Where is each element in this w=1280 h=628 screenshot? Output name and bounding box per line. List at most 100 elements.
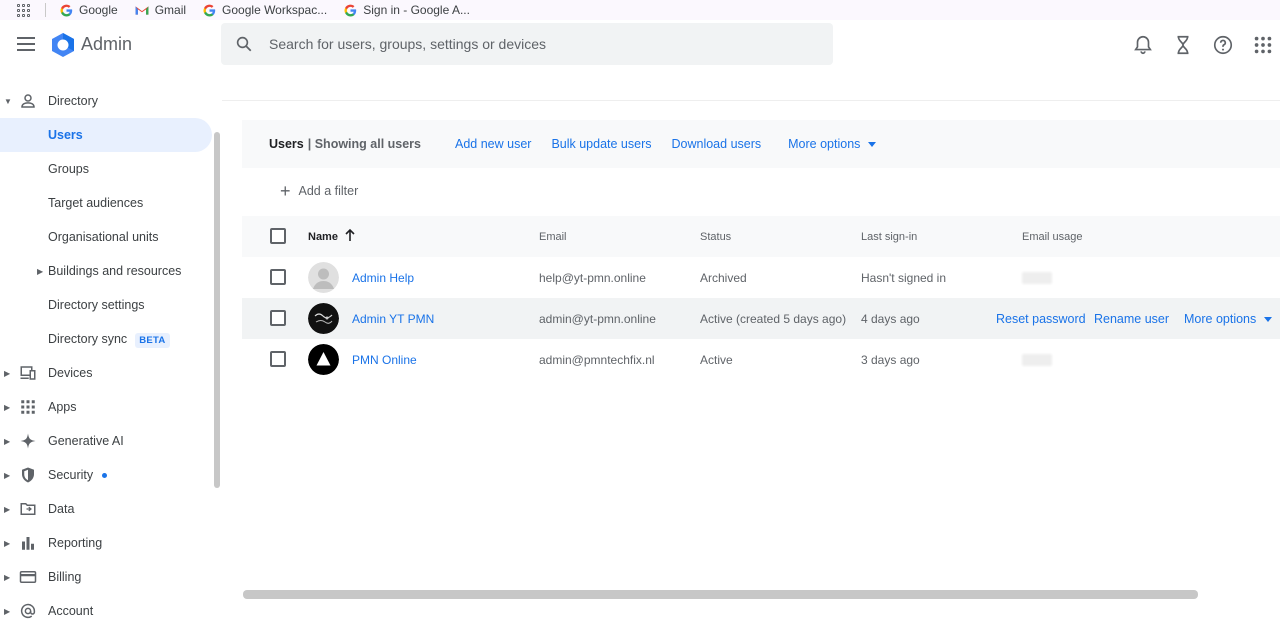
sidebar-item-label: Reporting (48, 536, 103, 550)
sidebar-item-billing[interactable]: ▶ Billing (0, 560, 212, 594)
sidebar-item-apps[interactable]: ▶ Apps (0, 390, 212, 424)
bookmark-label: Google (79, 3, 118, 17)
page-title: Users (269, 137, 304, 151)
admin-logo-icon[interactable] (50, 32, 76, 58)
caret-right-icon: ▶ (4, 368, 11, 378)
sidebar-item-directory-settings[interactable]: Directory settings (0, 288, 212, 322)
user-email: admin@yt-pmn.online (539, 312, 656, 326)
caret-right-icon: ▶ (4, 402, 11, 412)
caret-right-icon: ▶ (37, 266, 44, 276)
sidebar-item-account[interactable]: ▶ Account (0, 594, 212, 628)
apps-grid-icon (21, 400, 35, 414)
more-options-button[interactable]: More options (788, 137, 877, 151)
shield-icon (22, 467, 34, 483)
column-header-name[interactable]: Name (308, 231, 338, 243)
user-status: Active (700, 353, 733, 367)
caret-right-icon: ▶ (4, 538, 11, 548)
main-menu-icon[interactable] (17, 37, 35, 51)
top-app-bar: Admin (0, 20, 1280, 70)
google-g-icon (344, 4, 357, 16)
add-new-user-button[interactable]: Add new user (455, 137, 531, 151)
user-status: Active (created 5 days ago) (700, 312, 847, 326)
select-all-checkbox[interactable] (270, 228, 286, 244)
sidebar-item-label: Users (48, 128, 83, 142)
sidebar-item-label: Security (48, 468, 108, 482)
page-subtitle: | Showing all users (307, 137, 421, 151)
sparkle-icon (20, 433, 36, 449)
table-row[interactable]: PMN Online admin@pmntechfix.nl Active 3 … (242, 339, 1280, 380)
apps-grid-icon[interactable] (17, 4, 31, 17)
download-users-button[interactable]: Download users (672, 137, 762, 151)
sidebar-item-users[interactable]: Users (0, 118, 212, 152)
bookmark-label: Sign in - Google A... (363, 3, 470, 17)
user-status: Archived (700, 271, 747, 285)
user-name-link[interactable]: PMN Online (352, 353, 417, 367)
sidebar-item-label: Target audiences (48, 196, 144, 210)
column-header-status: Status (700, 231, 732, 243)
bar-chart-icon (22, 537, 34, 550)
row-checkbox[interactable] (270, 351, 286, 367)
bulk-update-users-button[interactable]: Bulk update users (551, 137, 651, 151)
security-label: Security (48, 468, 94, 482)
sidebar-item-label: Devices (48, 366, 93, 380)
users-toolbar: Users | Showing all users Add new user B… (242, 120, 1280, 168)
sidebar-item-label: Directory settings (48, 298, 145, 312)
help-icon[interactable] (1212, 34, 1234, 56)
bookmarks-bar: Google Gmail Google Workspac... Sign in … (0, 0, 1280, 20)
app-title[interactable]: Admin (81, 34, 132, 55)
user-name-link[interactable]: Admin Help (352, 271, 414, 285)
caret-down-icon: ▼ (4, 96, 12, 106)
sidebar-item-label: Buildings and resources (48, 264, 182, 278)
devices-icon (20, 366, 36, 380)
avatar (308, 344, 339, 375)
user-last-sign-in: Hasn't signed in (861, 271, 947, 285)
beta-badge: BETA (135, 333, 170, 348)
user-name-link[interactable]: Admin YT PMN (352, 312, 434, 326)
hourglass-tasks-icon[interactable] (1172, 34, 1194, 56)
column-header-last-sign-in: Last sign-in (861, 231, 918, 243)
row-checkbox[interactable] (270, 310, 286, 326)
horizontal-scrollbar[interactable] (243, 590, 1198, 599)
caret-right-icon: ▶ (4, 572, 11, 582)
rename-user-button[interactable]: Rename user (1094, 312, 1169, 326)
search-input[interactable] (269, 23, 809, 65)
sidebar-scrollbar[interactable] (214, 132, 220, 488)
bookmark-google[interactable]: Google (60, 3, 118, 17)
google-apps-grid-icon[interactable] (1252, 34, 1274, 56)
notifications-bell-icon[interactable] (1132, 34, 1154, 56)
user-last-sign-in: 3 days ago (861, 353, 920, 367)
sidebar-item-target-audiences[interactable]: Target audiences (0, 186, 212, 220)
users-table-header: Name Email Status Last sign-in Email usa… (242, 216, 1280, 257)
add-filter-button[interactable]: + Add a filter (280, 182, 358, 200)
sidebar-item-organisational-units[interactable]: Organisational units (0, 220, 212, 254)
sidebar-nav: ▼ Directory Users Groups Target audience… (0, 84, 222, 619)
avatar (308, 303, 339, 334)
bookmark-gmail[interactable]: Gmail (135, 3, 186, 17)
sort-ascending-icon[interactable] (344, 228, 356, 242)
sidebar-item-directory[interactable]: ▼ Directory (0, 84, 212, 118)
avatar (308, 262, 339, 293)
sidebar-item-groups[interactable]: Groups (0, 152, 212, 186)
sidebar-item-reporting[interactable]: ▶ Reporting (0, 526, 212, 560)
reset-password-button[interactable]: Reset password (996, 312, 1086, 326)
sidebar-item-generative-ai[interactable]: ▶ Generative AI (0, 424, 212, 458)
sidebar-item-buildings-and-resources[interactable]: ▶ Buildings and resources (0, 254, 212, 288)
row-more-options-button[interactable]: More options (1184, 312, 1273, 326)
column-header-email-usage: Email usage (1022, 231, 1083, 243)
sidebar-item-data[interactable]: ▶ Data (0, 492, 212, 526)
at-sign-icon (20, 603, 36, 619)
sidebar-item-security[interactable]: ▶ Security (0, 458, 212, 492)
sidebar-item-devices[interactable]: ▶ Devices (0, 356, 212, 390)
default-avatar-icon (308, 262, 339, 293)
bookmark-sign-in[interactable]: Sign in - Google A... (344, 3, 470, 17)
bookmark-label: Google Workspac... (222, 3, 328, 17)
row-checkbox[interactable] (270, 269, 286, 285)
sidebar-item-directory-sync[interactable]: Directory sync BETA (0, 322, 212, 356)
dropdown-arrow-icon (1264, 316, 1273, 322)
directory-sync-label: Directory sync (48, 332, 128, 346)
table-row[interactable]: Admin YT PMN admin@yt-pmn.online Active … (242, 298, 1280, 339)
bookmark-google-workspace[interactable]: Google Workspac... (203, 3, 327, 17)
bookmarks-separator (45, 3, 46, 17)
search-bar[interactable] (221, 23, 833, 65)
table-row[interactable]: Admin Help help@yt-pmn.online Archived H… (242, 257, 1280, 298)
